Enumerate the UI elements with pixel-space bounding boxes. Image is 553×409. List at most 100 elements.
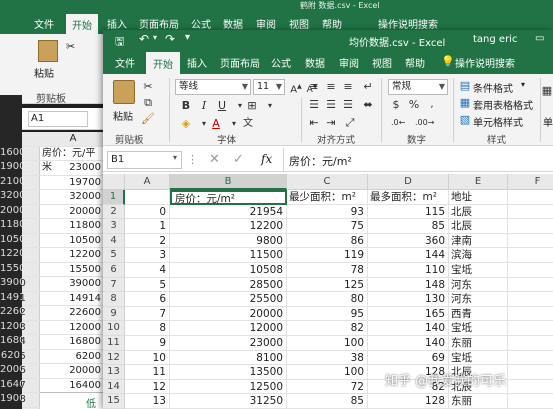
bg-tab-formulas[interactable]: 公式 xyxy=(191,16,211,31)
table-cell[interactable]: 11 xyxy=(125,365,170,380)
table-cell[interactable]: 20000 xyxy=(170,306,287,322)
bg-tab-data[interactable]: 数据 xyxy=(223,16,243,31)
table-cell[interactable]: 148 xyxy=(368,277,449,293)
cells-button[interactable]: 单元格 xyxy=(543,114,553,129)
table-cell[interactable]: 13500 xyxy=(170,365,287,380)
table-cell[interactable]: 140 xyxy=(368,321,449,336)
bg-paste-label[interactable]: 粘贴 xyxy=(34,65,54,80)
table-cell[interactable]: 宝坻 xyxy=(449,321,508,336)
table-cell[interactable]: 13 xyxy=(125,394,170,409)
percent-icon[interactable]: % xyxy=(407,98,421,112)
row-header[interactable]: 10 xyxy=(103,321,125,336)
empty-cell[interactable] xyxy=(508,365,553,380)
italic-icon[interactable]: I xyxy=(197,99,211,113)
table-cell[interactable]: 93 xyxy=(287,204,368,220)
bg-col-a-header[interactable]: A xyxy=(40,132,106,146)
table-cell[interactable]: 85 xyxy=(287,394,368,409)
format-painter-icon[interactable]: 🖌 xyxy=(141,112,155,126)
table-cell[interactable]: 8100 xyxy=(170,350,287,366)
conditional-format-button[interactable]: 条件格式 xyxy=(473,80,513,95)
bg-name-box[interactable]: A1 xyxy=(28,111,88,127)
row-header[interactable]: 8 xyxy=(103,292,125,307)
table-cell[interactable]: 23000 xyxy=(170,336,287,351)
bg-tab-layout[interactable]: 页面布局 xyxy=(139,16,179,31)
table-cell[interactable]: 12200 xyxy=(170,219,287,234)
cut-icon[interactable]: ✂ xyxy=(141,80,155,94)
table-cell[interactable]: 0 xyxy=(125,204,170,220)
tab-home[interactable]: 开始 xyxy=(146,52,180,74)
bg-cell-a[interactable]: 15500 xyxy=(40,262,106,276)
bg-cell-a[interactable]: 20000 xyxy=(40,204,106,218)
empty-cell[interactable] xyxy=(508,321,553,336)
bg-paste-icon[interactable] xyxy=(38,40,58,62)
table-cell[interactable]: 滨海 xyxy=(449,248,508,263)
bg-tab-review[interactable]: 审阅 xyxy=(256,16,276,31)
fill-color-icon[interactable]: ◈ xyxy=(179,117,193,131)
bg-cell-a[interactable]: 10500 xyxy=(40,233,106,247)
row-header[interactable]: 12 xyxy=(103,350,125,366)
insert-function-icon[interactable]: fx xyxy=(261,152,272,166)
row-header[interactable]: 7 xyxy=(103,277,125,293)
table-cell[interactable]: 100 xyxy=(287,336,368,351)
bg-tab-file[interactable]: 文件 xyxy=(34,16,54,31)
table-cell[interactable]: 12500 xyxy=(170,379,287,395)
phonetic-icon[interactable]: 文 xyxy=(241,117,255,131)
user-name[interactable]: tang eric xyxy=(473,34,517,45)
empty-cell[interactable] xyxy=(508,190,553,205)
empty-cell[interactable] xyxy=(508,380,553,395)
bg-cell-a[interactable]: 14914 xyxy=(40,291,106,305)
row-header[interactable]: 6 xyxy=(103,263,125,278)
tab-page-layout[interactable]: 页面布局 xyxy=(220,55,260,70)
table-cell[interactable]: 85 xyxy=(368,219,449,234)
font-color-dropdown-icon[interactable]: ▾ xyxy=(227,117,241,131)
tab-view[interactable]: 视图 xyxy=(372,55,392,70)
search-hint[interactable]: 操作说明搜索 xyxy=(455,55,515,70)
cell-style-icon[interactable]: ▧ xyxy=(458,113,472,127)
copy-icon[interactable]: ⧉ xyxy=(141,96,155,110)
table-cell[interactable]: 2 xyxy=(125,233,170,249)
table-cell[interactable]: 4 xyxy=(125,263,170,278)
bg-cell-a[interactable]: 房价：元/平米 xyxy=(40,146,106,173)
bg-cell-a[interactable]: 11800 xyxy=(40,219,106,233)
header-cell[interactable]: 最多面积：m² xyxy=(368,190,449,205)
table-cell[interactable]: 河东 xyxy=(449,292,508,307)
align-bottom-icon[interactable]: ≡ xyxy=(341,80,355,94)
table-cell[interactable]: 西青 xyxy=(449,306,508,322)
row-header[interactable]: 2 xyxy=(103,204,125,220)
bg-search-hint[interactable]: 操作说明搜索 xyxy=(378,16,438,31)
table-cell[interactable]: 140 xyxy=(368,336,449,351)
conditional-format-icon[interactable]: ▤ xyxy=(458,79,472,93)
font-color-icon[interactable]: A xyxy=(209,117,223,131)
column-header-d[interactable]: D xyxy=(368,174,449,190)
table-cell[interactable]: 100 xyxy=(287,365,368,380)
table-cell[interactable]: 144 xyxy=(368,248,449,263)
table-cell[interactable]: 12000 xyxy=(170,321,287,336)
empty-cell[interactable] xyxy=(508,234,553,249)
table-cell[interactable]: 110 xyxy=(368,263,449,278)
table-format-icon[interactable]: ▦ xyxy=(458,96,472,110)
align-top-icon[interactable]: ≡ xyxy=(307,80,321,94)
bg-cell-a[interactable]: 12200 xyxy=(40,248,106,262)
table-cell[interactable]: 北辰 xyxy=(449,204,508,220)
header-cell[interactable]: 最少面积：m² xyxy=(287,190,368,205)
increase-decimal-icon[interactable]: .0← xyxy=(391,116,405,130)
tab-file[interactable]: 文件 xyxy=(115,55,135,70)
table-cell[interactable]: 6 xyxy=(125,292,170,307)
table-cell[interactable]: 82 xyxy=(287,321,368,336)
empty-cell[interactable] xyxy=(508,248,553,263)
bg-cell-a[interactable]: 32000 xyxy=(40,190,106,204)
empty-cell[interactable] xyxy=(508,394,553,409)
table-cell[interactable]: 78 xyxy=(287,263,368,278)
ribbon-display-icon[interactable]: ▭ xyxy=(535,33,544,44)
bold-icon[interactable]: B xyxy=(179,99,193,113)
table-cell[interactable]: 宝坻 xyxy=(449,263,508,278)
row-header[interactable]: 14 xyxy=(103,379,125,395)
column-header-a[interactable]: A xyxy=(125,174,170,190)
empty-cell[interactable] xyxy=(508,292,553,307)
table-cell[interactable]: 8 xyxy=(125,321,170,336)
row-header[interactable]: 3 xyxy=(103,219,125,234)
table-cell[interactable]: 28500 xyxy=(170,277,287,293)
table-cell[interactable]: 5 xyxy=(125,277,170,293)
table-cell[interactable]: 东丽 xyxy=(449,336,508,351)
column-header-c[interactable]: C xyxy=(287,174,368,190)
